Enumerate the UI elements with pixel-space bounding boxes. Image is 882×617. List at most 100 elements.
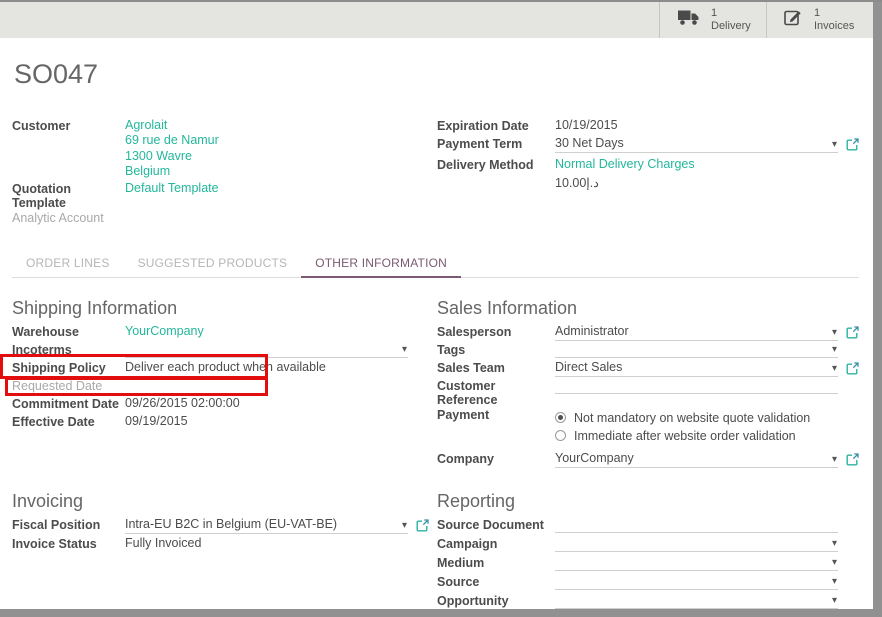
customer-address-line[interactable]: Belgium xyxy=(125,164,219,180)
sales-team-field: Sales Team Direct Sales ▾ xyxy=(437,360,859,378)
invoices-stat-button[interactable]: 1 Invoices xyxy=(766,2,873,38)
incoterms-select[interactable]: ▾ xyxy=(125,342,408,358)
external-link-icon[interactable] xyxy=(416,519,429,532)
radio-unselected-icon[interactable] xyxy=(555,430,566,441)
medium-select[interactable]: ▾ xyxy=(555,555,838,571)
fiscal-position-value: Intra-EU B2C in Belgium (EU-VAT-BE) xyxy=(125,517,337,531)
incoterms-field: Incoterms ▾ xyxy=(12,342,437,360)
chevron-down-icon[interactable]: ▾ xyxy=(832,140,838,150)
salesperson-select[interactable]: Administrator ▾ xyxy=(555,324,838,341)
payment-option-immediate[interactable]: Immediate after website order validation xyxy=(555,427,810,445)
sales-information-heading: Sales Information xyxy=(437,298,859,318)
sales-information-section: Sales Information Salesperson Administra… xyxy=(437,278,859,469)
invoice-status-field: Invoice Status Fully Invoiced xyxy=(12,536,437,555)
radio-selected-icon[interactable] xyxy=(555,412,566,423)
delivery-method-field: Delivery Method Normal Delivery Charges xyxy=(437,157,859,175)
campaign-select[interactable]: ▾ xyxy=(555,536,838,552)
requested-date-field: Requested Date xyxy=(12,378,437,396)
warehouse-label: Warehouse xyxy=(12,324,125,339)
customer-address-line[interactable]: 1300 Wavre xyxy=(125,149,219,165)
reporting-section: Reporting Source Document Campaign ▾ xyxy=(437,469,859,612)
tags-field: Tags ▾ xyxy=(437,342,859,360)
delivery-method-label: Delivery Method xyxy=(437,157,555,172)
truck-icon xyxy=(677,9,700,31)
customer-link[interactable]: Agrolait xyxy=(125,118,219,133)
effective-date-value: 09/19/2015 xyxy=(125,414,188,428)
customer-reference-field: Customer Reference xyxy=(437,378,859,407)
analytic-account-field: Analytic Account xyxy=(12,210,437,228)
effective-date-field: Effective Date 09/19/2015 xyxy=(12,414,437,432)
tab-suggested-products[interactable]: SUGGESTED PRODUCTS xyxy=(124,252,302,277)
salesperson-field: Salesperson Administrator ▾ xyxy=(437,324,859,342)
sales-team-select[interactable]: Direct Sales ▾ xyxy=(555,360,838,377)
chevron-down-icon[interactable]: ▾ xyxy=(402,521,408,531)
invoicing-section: Invoicing Fiscal Position Intra-EU B2C i… xyxy=(12,469,437,612)
salesperson-label: Salesperson xyxy=(437,324,555,339)
delivery-amount-field: 10.00د.إ xyxy=(437,175,859,193)
commitment-date-label: Commitment Date xyxy=(12,396,125,411)
customer-field: Customer Agrolait 69 rue de Namur 1300 W… xyxy=(12,118,437,180)
shipping-information-heading: Shipping Information xyxy=(12,298,437,318)
expiration-date-value: 10/19/2015 xyxy=(555,118,618,132)
shipping-policy-value: Deliver each product when available xyxy=(125,360,326,374)
payment-term-select[interactable]: 30 Net Days ▾ xyxy=(555,136,838,153)
chevron-down-icon[interactable]: ▾ xyxy=(832,577,838,587)
expiration-date-label: Expiration Date xyxy=(437,118,555,133)
external-link-icon[interactable] xyxy=(846,362,859,375)
invoices-count: 1 xyxy=(814,7,854,20)
invoicing-heading: Invoicing xyxy=(12,491,437,511)
chevron-down-icon[interactable]: ▾ xyxy=(832,364,838,374)
customer-reference-input[interactable] xyxy=(555,378,838,394)
delivery-stat-button[interactable]: 1 Delivery xyxy=(659,2,766,38)
sales-team-label: Sales Team xyxy=(437,360,555,375)
delivery-amount-value: 10.00د.إ xyxy=(555,175,599,190)
payment-term-value: 30 Net Days xyxy=(555,136,624,150)
chevron-down-icon[interactable]: ▾ xyxy=(832,596,838,606)
customer-reference-label: Customer Reference xyxy=(437,378,555,407)
chevron-down-icon[interactable]: ▾ xyxy=(832,345,838,355)
reporting-heading: Reporting xyxy=(437,491,859,511)
form-content: SO047 Customer Agrolait 69 rue de Namur … xyxy=(0,38,873,609)
page-title: SO047 xyxy=(14,60,859,88)
source-field: Source ▾ xyxy=(437,574,859,593)
chevron-down-icon[interactable]: ▾ xyxy=(832,328,838,338)
chevron-down-icon[interactable]: ▾ xyxy=(402,345,408,355)
status-bar: 1 Delivery 1 Invoices xyxy=(0,2,873,38)
tab-order-lines[interactable]: ORDER LINES xyxy=(14,252,124,277)
customer-address-line[interactable]: 69 rue de Namur xyxy=(125,133,219,149)
salesperson-value: Administrator xyxy=(555,324,629,338)
delivery-method-link[interactable]: Normal Delivery Charges xyxy=(555,157,695,171)
shipping-information-section: Shipping Information Warehouse YourCompa… xyxy=(12,278,437,469)
company-select[interactable]: YourCompany ▾ xyxy=(555,451,838,468)
payment-term-label: Payment Term xyxy=(437,136,555,151)
payment-option-not-mandatory[interactable]: Not mandatory on website quote validatio… xyxy=(555,409,810,427)
source-document-input[interactable] xyxy=(555,517,838,533)
external-link-icon[interactable] xyxy=(846,326,859,339)
window-top-border xyxy=(0,0,882,2)
warehouse-link[interactable]: YourCompany xyxy=(125,324,204,338)
fiscal-position-label: Fiscal Position xyxy=(12,517,125,532)
source-document-label: Source Document xyxy=(437,517,555,532)
payment-term-field: Payment Term 30 Net Days ▾ xyxy=(437,136,859,155)
chevron-down-icon[interactable]: ▾ xyxy=(832,558,838,568)
sale-order-form: 1 Delivery 1 Invoices SO047 Customer xyxy=(0,0,882,617)
overview-right-column: Expiration Date 10/19/2015 Payment Term … xyxy=(437,118,859,228)
tags-label: Tags xyxy=(437,342,555,357)
external-link-icon[interactable] xyxy=(846,453,859,466)
opportunity-select[interactable]: ▾ xyxy=(555,593,838,609)
source-document-field: Source Document xyxy=(437,517,859,536)
medium-label: Medium xyxy=(437,555,555,570)
payment-option-2-label: Immediate after website order validation xyxy=(574,429,796,443)
external-link-icon[interactable] xyxy=(846,138,859,151)
tab-other-information[interactable]: OTHER INFORMATION xyxy=(301,252,461,278)
company-value: YourCompany xyxy=(555,451,634,465)
fiscal-position-select[interactable]: Intra-EU B2C in Belgium (EU-VAT-BE) ▾ xyxy=(125,517,408,534)
sales-team-value: Direct Sales xyxy=(555,360,622,374)
notebook-tabs: ORDER LINES SUGGESTED PRODUCTS OTHER INF… xyxy=(12,252,859,278)
chevron-down-icon[interactable]: ▾ xyxy=(832,455,838,465)
source-select[interactable]: ▾ xyxy=(555,574,838,590)
quotation-template-label: Quotation Template xyxy=(12,181,125,210)
quotation-template-link[interactable]: Default Template xyxy=(125,181,219,195)
tags-select[interactable]: ▾ xyxy=(555,342,838,358)
chevron-down-icon[interactable]: ▾ xyxy=(832,539,838,549)
